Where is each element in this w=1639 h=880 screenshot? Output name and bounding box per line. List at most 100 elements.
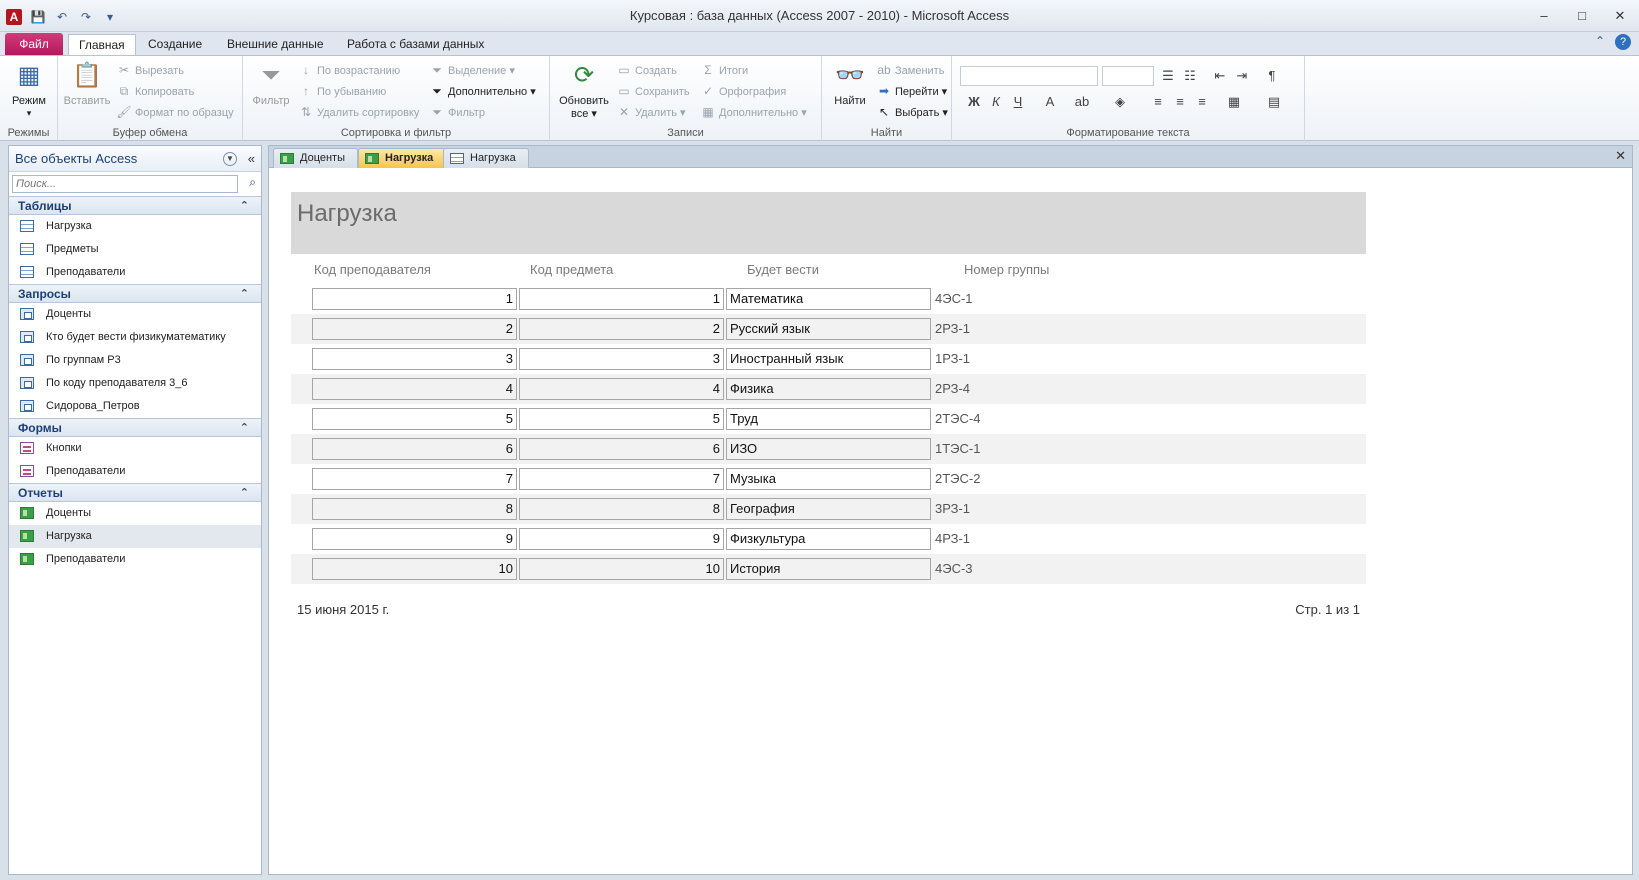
group-number-cell: 1РЗ-1: [935, 351, 971, 366]
gridlines-icon[interactable]: ▦: [1224, 92, 1244, 112]
goto-button[interactable]: ➡ Перейти ▾: [876, 81, 947, 101]
nav-item[interactable]: Преподаватели: [9, 548, 261, 571]
close-button[interactable]: ✕: [1601, 0, 1639, 32]
nav-item[interactable]: Преподаватели: [9, 261, 261, 284]
paste-button[interactable]: 📋 Вставить: [63, 60, 111, 107]
paragraph-icon[interactable]: ¶: [1262, 66, 1282, 86]
filter-big-button[interactable]: ⏷ Фильтр: [247, 60, 295, 107]
font-color-icon[interactable]: A: [1040, 92, 1060, 112]
indent-increase-icon[interactable]: ⇥: [1232, 66, 1252, 86]
paste-icon: 📋: [72, 62, 102, 89]
sort-asc-button[interactable]: ↓ По возрастанию: [298, 60, 400, 80]
window-title: Курсовая : база данных (Access 2007 - 20…: [629, 8, 1010, 23]
tab-file[interactable]: Файл: [5, 33, 63, 55]
nav-item[interactable]: Нагрузка: [9, 215, 261, 238]
group-number-cell: 4ЭС-3: [935, 561, 973, 576]
align-center-icon[interactable]: ≡: [1170, 92, 1190, 112]
help-icon[interactable]: ?: [1615, 34, 1631, 50]
nav-item[interactable]: Преподаватели: [9, 460, 261, 483]
alternate-row-color-icon[interactable]: ▤: [1264, 92, 1284, 112]
binoculars-icon: 👓: [835, 62, 865, 89]
delete-record-button[interactable]: ✕ Удалить ▾: [616, 102, 686, 122]
nav-item[interactable]: Предметы: [9, 238, 261, 261]
minimize-button[interactable]: –: [1525, 0, 1563, 32]
nav-group-header[interactable]: Запросы ⌃: [9, 284, 261, 303]
bullets-icon[interactable]: ☰: [1158, 66, 1178, 86]
highlight-icon[interactable]: ab: [1072, 92, 1092, 112]
numbering-icon[interactable]: ☷: [1180, 66, 1200, 86]
copy-button[interactable]: ⧉ Копировать: [116, 81, 195, 101]
nav-group-header[interactable]: Формы ⌃: [9, 418, 261, 437]
selection-button[interactable]: ⏷ Выделение ▾: [429, 60, 515, 80]
font-size-select[interactable]: [1102, 66, 1154, 86]
search-icon[interactable]: ⌕: [249, 175, 256, 190]
chevron-up-icon[interactable]: ⌃: [240, 197, 249, 216]
collapse-pane-icon[interactable]: «: [248, 146, 255, 172]
sort-desc-icon: ↑: [303, 84, 309, 98]
sort-desc-button[interactable]: ↑ По убыванию: [298, 81, 386, 101]
nav-item[interactable]: По коду преподавателя 3_6: [9, 372, 261, 395]
maximize-button[interactable]: □: [1563, 0, 1601, 32]
select-button[interactable]: ↖ Выбрать ▾: [876, 102, 948, 122]
nav-group-header[interactable]: Таблицы ⌃: [9, 196, 261, 215]
nav-item[interactable]: Нагрузка: [9, 525, 261, 548]
refresh-all-button[interactable]: ⟳ Обновить все ▾: [556, 60, 612, 120]
chevron-down-icon[interactable]: ▼: [223, 152, 237, 166]
view-mode-button[interactable]: ▦ Режим ▾: [5, 60, 53, 119]
totals-button[interactable]: Σ Итоги: [700, 60, 748, 80]
cut-button[interactable]: ✂ Вырезать: [116, 60, 184, 80]
nav-item[interactable]: Кто будет вести физикуматематику: [9, 326, 261, 349]
doc-tab-docenty[interactable]: Доценты: [273, 148, 359, 168]
doc-tab-nagruzka-report[interactable]: Нагрузка: [358, 148, 447, 168]
teacher-code-cell: 6: [312, 438, 517, 460]
minimize-ribbon-icon[interactable]: ⌃: [1595, 34, 1605, 50]
window-controls: – □ ✕: [1525, 0, 1639, 32]
advanced-filter-button[interactable]: ⏷ Дополнительно ▾: [429, 81, 536, 101]
nav-item[interactable]: Кнопки: [9, 437, 261, 460]
underline-icon[interactable]: Ч: [1008, 92, 1028, 112]
teacher-code-cell: 4: [312, 378, 517, 400]
report-footer: 15 июня 2015 г. Стр. 1 из 1: [291, 584, 1366, 624]
chevron-up-icon[interactable]: ⌃: [240, 484, 249, 503]
nav-groups: Таблицы ⌃ Нагрузка Предметы Преподаватели Зап…: [9, 196, 261, 571]
replace-button[interactable]: ab Заменить: [876, 60, 944, 80]
will-teach-cell: ИЗО: [726, 438, 931, 460]
fill-color-icon[interactable]: ◈: [1110, 92, 1130, 112]
query-icon: [20, 400, 34, 412]
will-teach-cell: Русский язык: [726, 318, 931, 340]
nav-item[interactable]: По группам Р3: [9, 349, 261, 372]
nav-item[interactable]: Доценты: [9, 502, 261, 525]
report-rows: 1 1 Математика 4ЭС-1 2 2 Русский язык 2РЗ-1 3 3 Ин…: [291, 284, 1366, 584]
tab-home[interactable]: Главная: [68, 34, 136, 56]
nav-search-input[interactable]: [12, 175, 238, 193]
group-clipboard: 📋 Вставить ✂ Вырезать ⧉ Копировать 🖌 Формат…: [58, 56, 243, 142]
tab-create[interactable]: Создание: [138, 34, 212, 55]
find-button[interactable]: 👓 Найти: [826, 60, 874, 107]
remove-sort-button[interactable]: ⇅ Удалить сортировку: [298, 102, 419, 122]
nav-group-header[interactable]: Отчеты ⌃: [9, 483, 261, 502]
indent-decrease-icon[interactable]: ⇤: [1210, 66, 1230, 86]
doc-tab-nagruzka-table[interactable]: Нагрузка: [443, 148, 529, 168]
align-left-icon[interactable]: ≡: [1148, 92, 1168, 112]
nav-item[interactable]: Сидорова_Петров: [9, 395, 261, 418]
tab-external-data[interactable]: Внешние данные: [217, 34, 334, 55]
chevron-up-icon[interactable]: ⌃: [240, 285, 249, 304]
toggle-filter-button[interactable]: ⏷ Фильтр: [429, 102, 485, 122]
format-painter-button[interactable]: 🖌 Формат по образцу: [116, 102, 233, 122]
chevron-up-icon[interactable]: ⌃: [240, 419, 249, 438]
save-record-button[interactable]: ▭ Сохранить: [616, 81, 689, 101]
query-icon: [20, 308, 34, 320]
tab-database-tools[interactable]: Работа с базами данных: [337, 34, 494, 55]
close-document-icon[interactable]: ✕: [1615, 148, 1626, 164]
will-teach-cell: Физкультура: [726, 528, 931, 550]
italic-icon[interactable]: К: [986, 92, 1006, 112]
records-more-button[interactable]: ▦ Дополнительно ▾: [700, 102, 806, 122]
nav-pane-header[interactable]: Все объекты Access ▼ «: [9, 146, 261, 172]
align-right-icon[interactable]: ≡: [1192, 92, 1212, 112]
bold-icon[interactable]: Ж: [964, 92, 984, 112]
query-icon: [20, 354, 34, 366]
nav-item[interactable]: Доценты: [9, 303, 261, 326]
font-family-select[interactable]: [960, 66, 1098, 86]
new-record-button[interactable]: ▭ Создать: [616, 60, 676, 80]
spelling-button[interactable]: ✓ Орфография: [700, 81, 786, 101]
